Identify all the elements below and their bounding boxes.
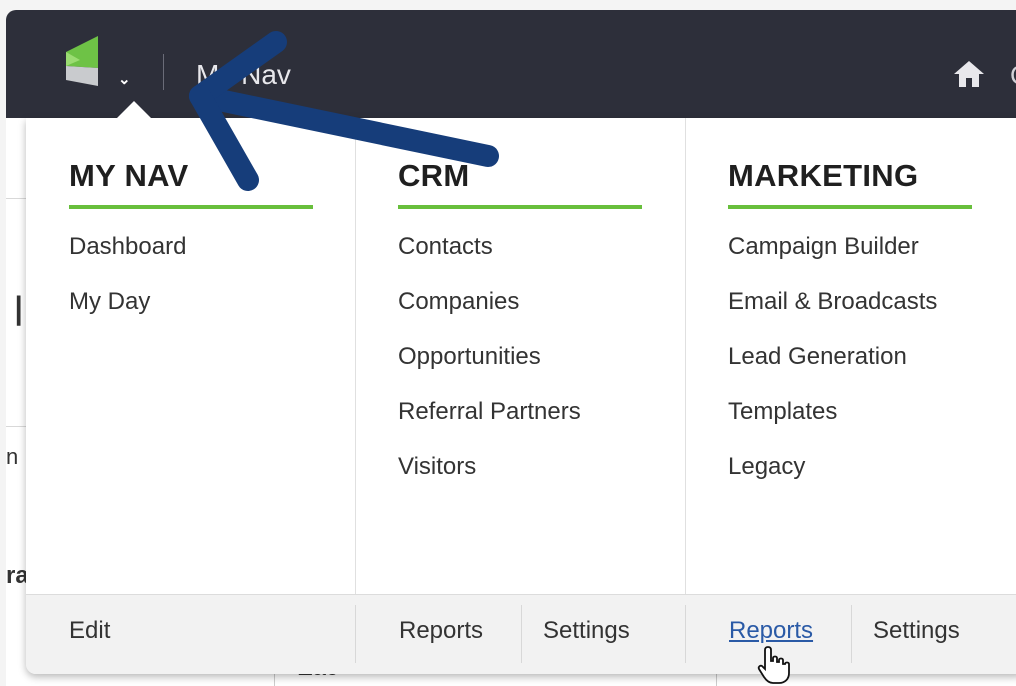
menu-item-campaign-builder[interactable]: Campaign Builder [728, 232, 937, 287]
divider [685, 605, 686, 663]
heading-underline [398, 205, 642, 209]
menu-item-visitors[interactable]: Visitors [398, 452, 581, 507]
page-heading-fragment: l [14, 288, 24, 335]
menu-column-crm: CRM Contacts Companies Opportunities Ref… [355, 118, 686, 594]
divider [6, 426, 26, 427]
menu-column-marketing: MARKETING Campaign Builder Email & Broad… [685, 118, 1016, 594]
divider [163, 54, 164, 90]
marketing-reports-link[interactable]: Reports [729, 617, 813, 645]
heading-underline [69, 205, 313, 209]
divider [355, 605, 356, 663]
heading-underline [728, 205, 972, 209]
topbar-partial-item: C [1010, 60, 1016, 91]
menu-item-my-day[interactable]: My Day [69, 287, 186, 342]
menu-item-templates[interactable]: Templates [728, 397, 937, 452]
chevron-down-icon[interactable]: ⌄ [118, 70, 131, 88]
crm-settings-link[interactable]: Settings [543, 617, 630, 645]
divider [521, 605, 522, 663]
home-icon[interactable] [952, 59, 986, 89]
menu-item-contacts[interactable]: Contacts [398, 232, 581, 287]
menu-column-my-nav: MY NAV Dashboard My Day [26, 118, 356, 594]
app-logo-icon[interactable] [58, 36, 106, 86]
menu-footer: Edit Reports Settings Reports Settings [26, 594, 1016, 674]
menu-item-email-broadcasts[interactable]: Email & Broadcasts [728, 287, 937, 342]
menu-item-lead-generation[interactable]: Lead Generation [728, 342, 937, 397]
edit-button[interactable]: Edit [69, 617, 110, 645]
column-heading: MY NAV [69, 158, 189, 193]
marketing-settings-link[interactable]: Settings [873, 617, 960, 645]
column-heading: CRM [398, 158, 470, 193]
top-navigation-bar: ⌄ My Nav C [6, 10, 1016, 118]
column-heading: MARKETING [728, 158, 919, 193]
nav-title[interactable]: My Nav [196, 59, 291, 91]
divider [6, 198, 26, 199]
nav-dropdown-menu: MY NAV Dashboard My Day CRM Contacts Com… [26, 118, 1016, 674]
menu-item-legacy[interactable]: Legacy [728, 452, 937, 507]
hand-pointer-icon [757, 646, 790, 684]
tab-fragment: n [6, 444, 19, 469]
menu-item-companies[interactable]: Companies [398, 287, 581, 342]
divider [851, 605, 852, 663]
crm-reports-link[interactable]: Reports [399, 617, 483, 645]
menu-item-dashboard[interactable]: Dashboard [69, 232, 186, 287]
dropdown-caret [117, 101, 151, 118]
menu-item-opportunities[interactable]: Opportunities [398, 342, 581, 397]
menu-item-referral-partners[interactable]: Referral Partners [398, 397, 581, 452]
